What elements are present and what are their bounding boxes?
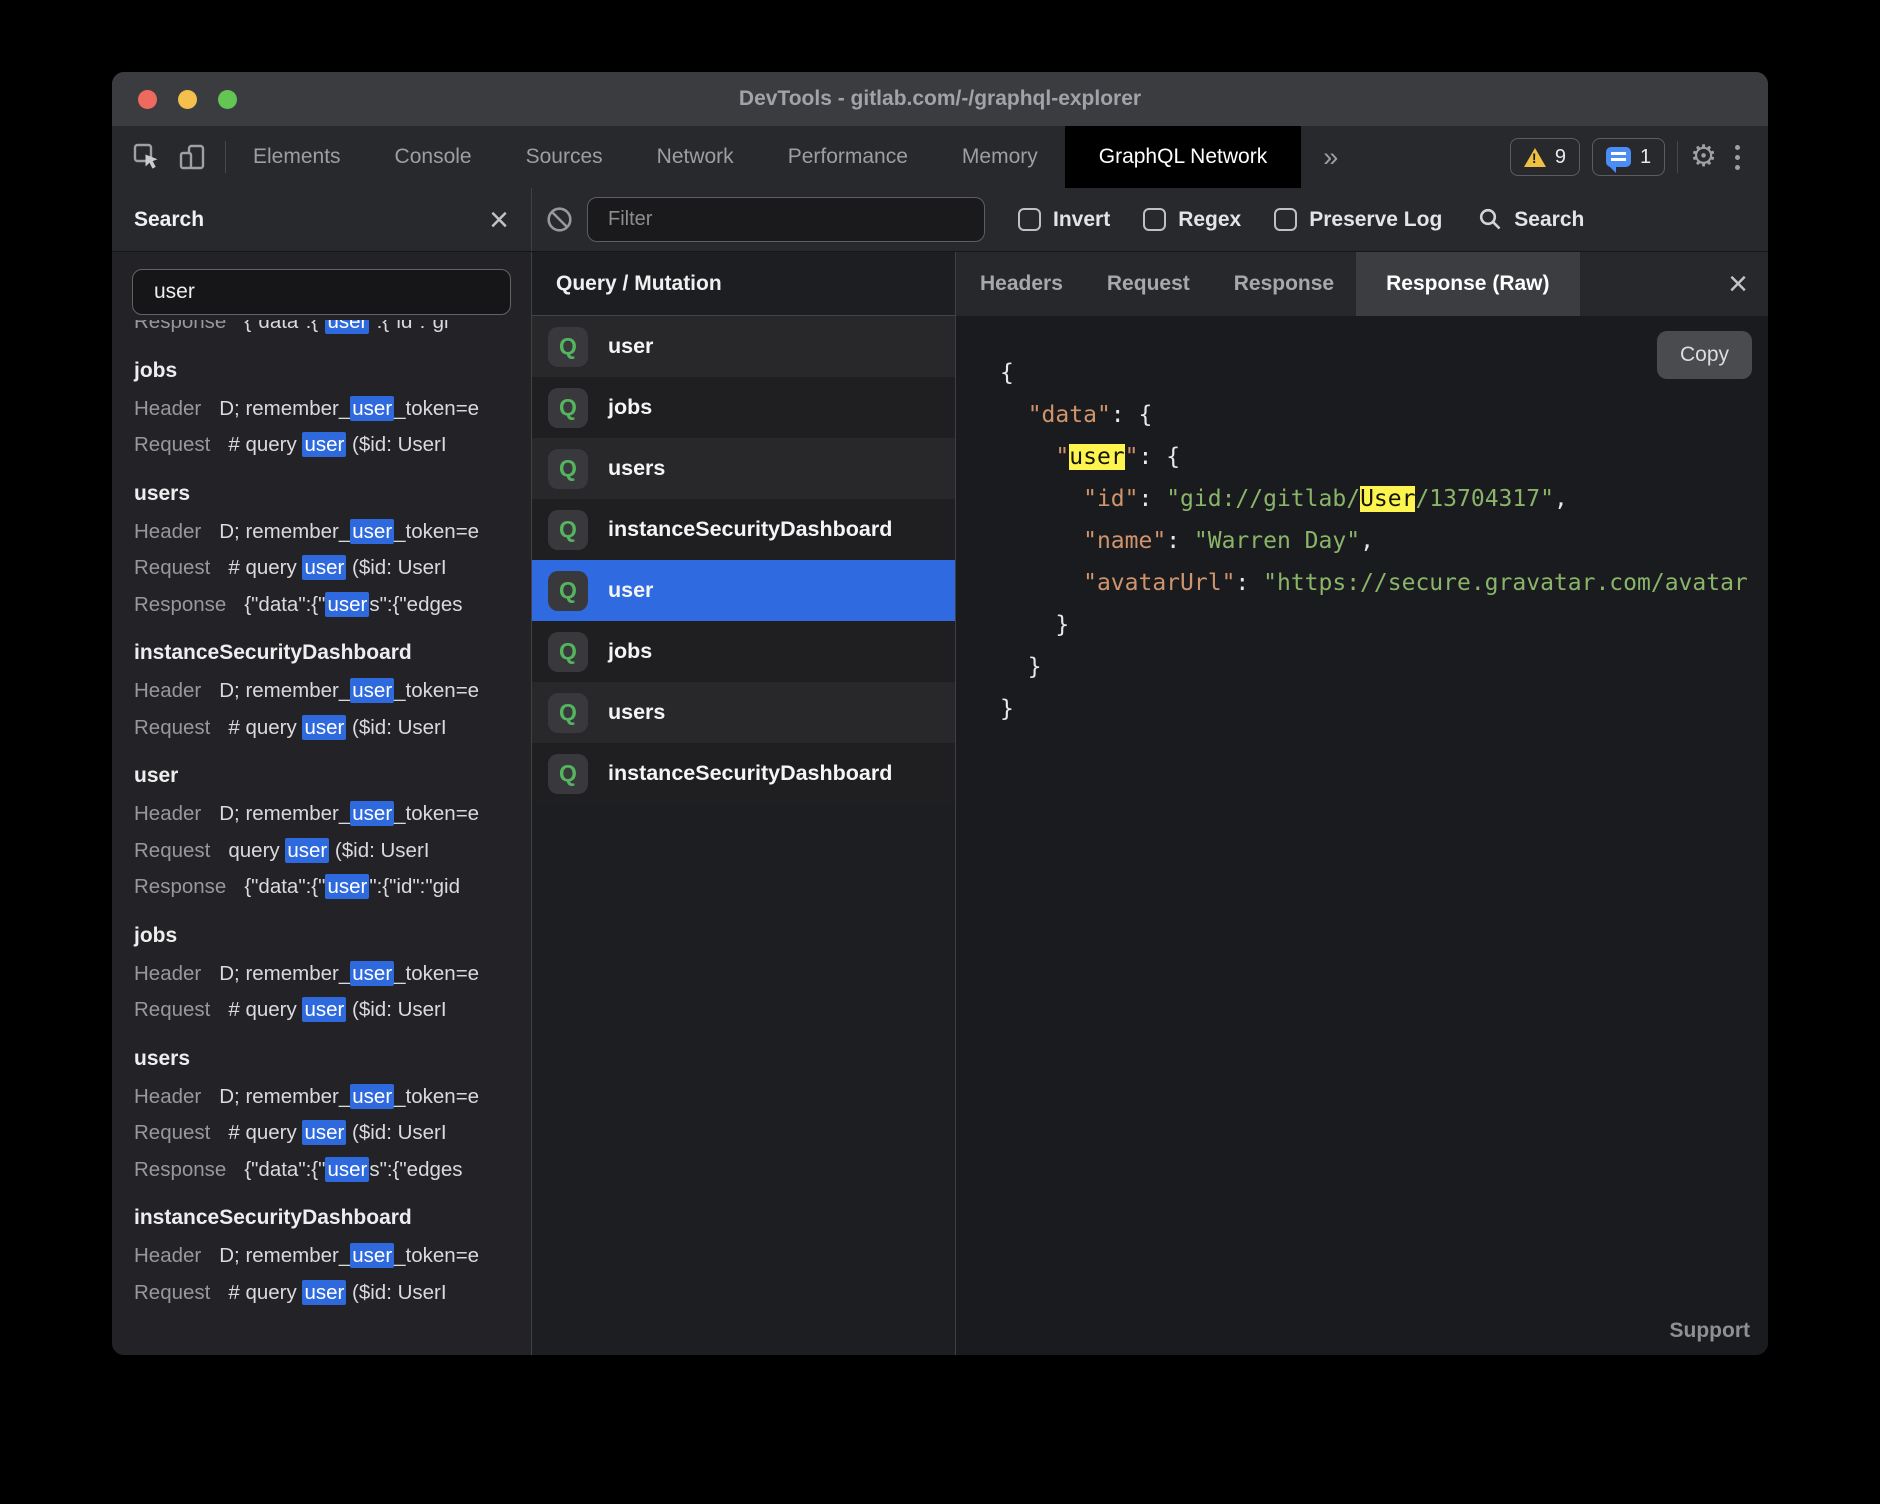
search-result-group[interactable]: Response{"data":{"user":{"id":"gi xyxy=(134,320,531,341)
query-type-icon: Q xyxy=(548,449,588,489)
zoom-window-button[interactable] xyxy=(218,90,237,109)
invert-label: Invert xyxy=(1053,208,1110,232)
traffic-lights xyxy=(138,72,237,126)
query-list-item[interactable]: Q jobs xyxy=(532,621,955,682)
detail-tab-bar: Headers Request Response Response (Raw) … xyxy=(956,252,1768,316)
search-result-group[interactable]: jobs HeaderD; remember_user_token=e Requ… xyxy=(134,351,531,464)
tab-memory[interactable]: Memory xyxy=(935,126,1065,188)
tab-response-raw[interactable]: Response (Raw) xyxy=(1356,252,1579,316)
query-list-item[interactable]: Q user xyxy=(532,316,955,377)
search-result-group[interactable]: user HeaderD; remember_user_token=e Requ… xyxy=(134,756,531,906)
minimize-window-button[interactable] xyxy=(178,90,197,109)
query-list-item[interactable]: Q jobs xyxy=(532,377,955,438)
close-window-button[interactable] xyxy=(138,90,157,109)
tab-console[interactable]: Console xyxy=(368,126,499,188)
window-title: DevTools - gitlab.com/-/graphql-explorer xyxy=(112,87,1768,111)
tab-request[interactable]: Request xyxy=(1085,252,1212,316)
query-list-item[interactable]: Q instanceSecurityDashboard xyxy=(532,499,955,560)
close-search-panel-icon[interactable]: × xyxy=(489,203,509,237)
regex-checkbox[interactable] xyxy=(1143,208,1166,231)
tab-elements[interactable]: Elements xyxy=(226,126,368,188)
tab-headers[interactable]: Headers xyxy=(956,252,1085,316)
query-type-icon: Q xyxy=(548,693,588,733)
more-options-icon[interactable] xyxy=(1729,142,1746,172)
device-toolbar-icon[interactable] xyxy=(178,143,207,172)
preserve-log-checkbox-group[interactable]: Preserve Log xyxy=(1274,208,1442,232)
search-label: Search xyxy=(1514,208,1584,232)
query-list-title: Query / Mutation xyxy=(532,252,955,316)
invert-checkbox-group[interactable]: Invert xyxy=(1018,208,1110,232)
detail-panel: Headers Request Response Response (Raw) … xyxy=(956,252,1768,1355)
query-type-icon: Q xyxy=(548,388,588,428)
main-content: Response{"data":{"user":{"id":"gi jobs H… xyxy=(112,252,1768,1355)
query-list-item[interactable]: Q users xyxy=(532,438,955,499)
search-panel-header: Search × xyxy=(112,188,532,251)
devtools-window: DevTools - gitlab.com/-/graphql-explorer… xyxy=(112,72,1768,1355)
query-type-icon: Q xyxy=(548,754,588,794)
devtools-toolbar: Elements Console Sources Network Perform… xyxy=(112,126,1768,188)
search-result-group[interactable]: jobs HeaderD; remember_user_token=e Requ… xyxy=(134,916,531,1029)
inspect-element-icon[interactable] xyxy=(132,142,162,172)
preserve-log-label: Preserve Log xyxy=(1309,208,1442,232)
search-input[interactable] xyxy=(132,269,511,315)
settings-gear-icon[interactable]: ⚙ xyxy=(1690,142,1717,172)
toolbar-separator xyxy=(1677,141,1678,173)
query-type-icon: Q xyxy=(548,510,588,550)
tab-performance[interactable]: Performance xyxy=(761,126,935,188)
json-response: { "data": { "user": { "id": "gid://gitla… xyxy=(956,316,1768,730)
tab-sources[interactable]: Sources xyxy=(499,126,630,188)
issue-count: 1 xyxy=(1640,146,1651,169)
search-result-group[interactable]: users HeaderD; remember_user_token=e Req… xyxy=(134,474,531,624)
issues-badge[interactable]: 1 xyxy=(1592,138,1665,176)
query-list-item[interactable]: Q users xyxy=(532,682,955,743)
response-raw-view: Copy { "data": { "user": { "id": "gid://… xyxy=(956,316,1768,1355)
support-link[interactable]: Support xyxy=(1670,1319,1750,1343)
regex-label: Regex xyxy=(1178,208,1241,232)
search-panel: Response{"data":{"user":{"id":"gi jobs H… xyxy=(112,252,532,1355)
tab-response[interactable]: Response xyxy=(1212,252,1356,316)
search-icon xyxy=(1478,207,1503,232)
preserve-log-checkbox[interactable] xyxy=(1274,208,1297,231)
invert-checkbox[interactable] xyxy=(1018,208,1041,231)
close-detail-panel-icon[interactable]: × xyxy=(1728,252,1768,316)
copy-button[interactable]: Copy xyxy=(1657,331,1752,379)
warnings-badge[interactable]: 9 xyxy=(1510,138,1580,176)
query-list-item[interactable]: Q instanceSecurityDashboard xyxy=(532,743,955,804)
search-panel-title: Search xyxy=(134,208,204,232)
query-type-icon: Q xyxy=(548,571,588,611)
more-tabs-chevron-icon[interactable]: » xyxy=(1301,126,1360,188)
panel-header-row: Search × Invert Regex Preserve Log xyxy=(112,188,1768,252)
query-list-panel: Query / Mutation Q user Q jobs Q users Q… xyxy=(532,252,956,1355)
message-bubble-icon xyxy=(1606,147,1631,167)
tab-graphql-network[interactable]: GraphQL Network xyxy=(1065,126,1301,188)
warning-count: 9 xyxy=(1555,146,1566,169)
block-filter-icon[interactable] xyxy=(546,206,573,233)
filter-bar: Invert Regex Preserve Log Search xyxy=(532,188,1768,251)
search-result-group[interactable]: instanceSecurityDashboard HeaderD; remem… xyxy=(134,1198,531,1311)
tab-network[interactable]: Network xyxy=(630,126,761,188)
query-type-icon: Q xyxy=(548,632,588,672)
search-results-list[interactable]: Response{"data":{"user":{"id":"gi jobs H… xyxy=(112,320,531,1355)
search-result-group[interactable]: instanceSecurityDashboard HeaderD; remem… xyxy=(134,633,531,746)
regex-checkbox-group[interactable]: Regex xyxy=(1143,208,1241,232)
search-result-group[interactable]: users HeaderD; remember_user_token=e Req… xyxy=(134,1039,531,1189)
query-list-item-selected[interactable]: Q user xyxy=(532,560,955,621)
warning-icon xyxy=(1524,148,1546,167)
query-type-icon: Q xyxy=(548,327,588,367)
filter-input[interactable] xyxy=(587,197,985,242)
titlebar: DevTools - gitlab.com/-/graphql-explorer xyxy=(112,72,1768,126)
search-control[interactable]: Search xyxy=(1478,207,1584,232)
